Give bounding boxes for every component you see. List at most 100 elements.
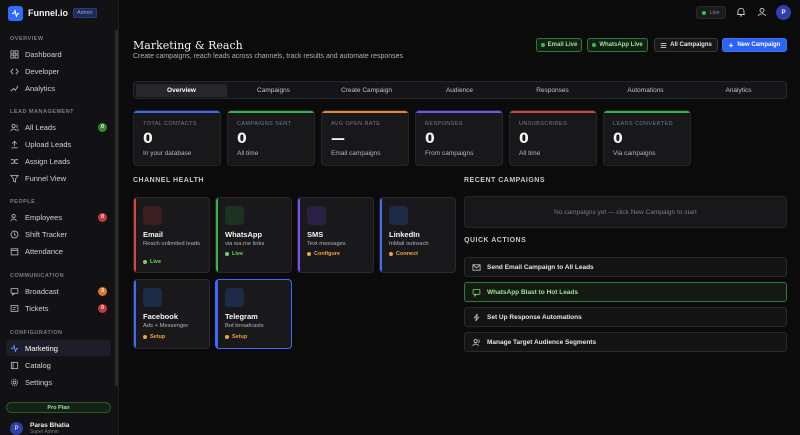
whatsapp-icon <box>225 206 244 225</box>
section-overview: OVERVIEW <box>10 36 44 42</box>
employees-count-badge: 0 <box>98 212 107 222</box>
all-campaigns-button[interactable]: All Campaigns <box>654 38 718 52</box>
sidebar-item-label: Assign Leads <box>25 156 71 166</box>
sidebar-item-shift-tracker[interactable]: Shift Tracker <box>6 226 111 242</box>
channel-edge <box>216 280 218 348</box>
sidebar-item-label: Developer <box>25 66 60 76</box>
stat-label: AVG OPEN RATE <box>331 121 381 127</box>
brand[interactable]: Funnel.io Admin <box>8 5 97 21</box>
channel-edge <box>298 198 300 272</box>
email-icon <box>143 206 162 225</box>
status-dot-icon <box>307 252 311 256</box>
sidebar-item-marketing[interactable]: Marketing <box>6 340 111 356</box>
quick-action-response-automations[interactable]: Set Up Response Automations <box>464 307 787 327</box>
upload-icon <box>11 140 18 148</box>
avatar: P <box>10 422 23 435</box>
tab-create-campaign[interactable]: Create Campaign <box>320 84 413 97</box>
section-configuration: CONFIGURATION <box>10 330 63 336</box>
sidebar-item-label: All Leads <box>25 122 56 132</box>
live-status-chip[interactable]: Live <box>696 6 726 19</box>
sidebar-item-funnel-view[interactable]: Funnel View <box>6 170 111 186</box>
channel-description: Ads + Messenger <box>143 323 189 329</box>
plus-icon: + <box>728 40 734 50</box>
stat-value: 0 <box>143 131 153 147</box>
quick-action-audience-segments[interactable]: Manage Target Audience Segments <box>464 332 787 352</box>
stat-subtext: Via campaigns <box>613 150 656 157</box>
avatar[interactable]: P <box>776 5 791 20</box>
sidebar-item-employees[interactable]: Employees 0 <box>6 209 111 225</box>
sidebar: Funnel.io Admin OVERVIEW Dashboard Devel… <box>0 0 119 435</box>
channel-description: InMail outreach <box>389 241 429 247</box>
channel-card-whatsapp[interactable]: WhatsApp via wa.me links Live <box>215 197 292 273</box>
quick-action-label: Send Email Campaign to All Leads <box>487 263 594 271</box>
quick-action-whatsapp-blast[interactable]: WhatsApp Blast to Hot Leads <box>464 282 787 302</box>
channel-edge <box>134 280 136 348</box>
sidebar-item-label: Analytics <box>25 83 56 93</box>
sidebar-item-label: Catalog <box>25 360 51 370</box>
channel-card-linkedin[interactable]: LinkedIn InMail outreach Connect <box>379 197 456 273</box>
tab-responses[interactable]: Responses <box>506 84 599 97</box>
stat-label: TOTAL CONTACTS <box>143 121 197 127</box>
quick-action-label: Set Up Response Automations <box>487 313 582 321</box>
admin-badge: Admin <box>73 8 97 18</box>
users-icon <box>472 338 480 346</box>
pro-plan-button[interactable]: Pro Plan <box>6 402 111 413</box>
list-icon <box>660 42 667 48</box>
channel-status: Live <box>143 259 161 265</box>
tab-automations[interactable]: Automations <box>599 84 692 97</box>
quick-action-label: WhatsApp Blast to Hot Leads <box>487 288 579 296</box>
status-dot-icon <box>143 335 147 339</box>
channel-card-facebook[interactable]: Facebook Ads + Messenger Setup <box>133 279 210 349</box>
stat-card-total-contacts: TOTAL CONTACTS 0 In your database <box>133 110 221 166</box>
tab-analytics[interactable]: Analytics <box>692 84 785 97</box>
channel-status: Live <box>225 251 243 257</box>
channel-card-email[interactable]: Email Reach unlimited leads Live <box>133 197 210 273</box>
status-dot-icon <box>225 335 229 339</box>
shuffle-icon <box>10 158 19 164</box>
channel-status: Configure <box>307 251 340 257</box>
clock-icon <box>10 230 19 238</box>
stat-card-leads-converted: LEADS CONVERTED 0 Via campaigns <box>603 110 691 166</box>
users-icon <box>10 213 17 221</box>
stat-value: — <box>331 131 345 147</box>
user-profile[interactable]: P Paras Bhatia Super Admin <box>10 422 69 435</box>
bell-icon[interactable] <box>736 7 746 17</box>
message-icon <box>10 287 19 296</box>
sidebar-item-attendance[interactable]: Attendance <box>6 243 111 259</box>
sidebar-item-tickets[interactable]: Tickets 0 <box>6 300 111 316</box>
user-icon[interactable] <box>757 7 767 17</box>
tab-audience[interactable]: Audience <box>413 84 506 97</box>
channel-status-label: Configure <box>314 251 340 257</box>
tab-campaigns[interactable]: Campaigns <box>227 84 320 97</box>
stat-label: LEADS CONVERTED <box>613 121 673 127</box>
status-dot-icon <box>389 252 393 256</box>
sidebar-item-analytics[interactable]: Analytics <box>6 80 111 96</box>
sidebar-item-dashboard[interactable]: Dashboard <box>6 46 111 62</box>
stat-card-campaigns-sent: CAMPAIGNS SENT 0 All time <box>227 110 315 166</box>
stat-value: 0 <box>237 131 247 147</box>
stat-accent-bar <box>322 111 408 113</box>
new-campaign-label: New Campaign <box>737 42 781 48</box>
sidebar-item-label: Shift Tracker <box>25 229 68 239</box>
sidebar-item-catalog[interactable]: Catalog <box>6 357 111 373</box>
sidebar-item-assign-leads[interactable]: Assign Leads <box>6 153 111 169</box>
new-campaign-button[interactable]: + New Campaign <box>722 38 787 52</box>
channel-status: Setup <box>143 334 165 340</box>
live-label: Live <box>709 9 720 16</box>
email-live-button[interactable]: Email Live <box>536 38 582 52</box>
sidebar-item-settings[interactable]: Settings <box>6 374 111 390</box>
tab-overview[interactable]: Overview <box>136 84 227 97</box>
sidebar-item-broadcast[interactable]: Broadcast 3 <box>6 283 111 299</box>
channel-card-telegram[interactable]: Telegram Bot broadcasts Setup <box>215 279 292 349</box>
sidebar-scrollbar[interactable] <box>115 30 118 386</box>
telegram-icon <box>225 288 244 307</box>
channel-card-sms[interactable]: SMS Text messages Configure <box>297 197 374 273</box>
channel-name: Facebook <box>143 312 179 321</box>
whatsapp-live-button[interactable]: WhatsApp Live <box>587 38 648 52</box>
quick-action-email-campaign[interactable]: Send Email Campaign to All Leads <box>464 257 787 277</box>
sidebar-item-upload-leads[interactable]: Upload Leads <box>6 136 111 152</box>
sidebar-item-label: Dashboard <box>25 49 62 59</box>
sidebar-item-all-leads[interactable]: All Leads 0 <box>6 119 111 135</box>
stat-accent-bar <box>228 111 314 113</box>
sidebar-item-developer[interactable]: Developer <box>6 63 111 79</box>
